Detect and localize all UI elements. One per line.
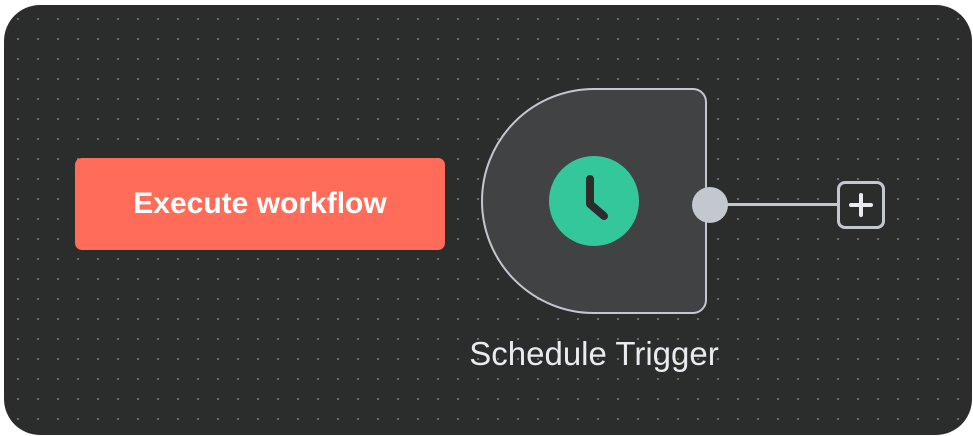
execute-workflow-button[interactable]: Execute workflow (75, 158, 445, 250)
node-label: Schedule Trigger (469, 335, 719, 372)
clock-icon (549, 156, 639, 246)
workflow-canvas[interactable]: Execute workflow Schedule Trigger (4, 5, 972, 435)
add-node-button[interactable] (837, 181, 885, 229)
output-handle[interactable] (692, 187, 728, 223)
plus-icon (849, 193, 873, 217)
connector-line (726, 203, 838, 206)
schedule-trigger-node[interactable] (481, 88, 707, 314)
